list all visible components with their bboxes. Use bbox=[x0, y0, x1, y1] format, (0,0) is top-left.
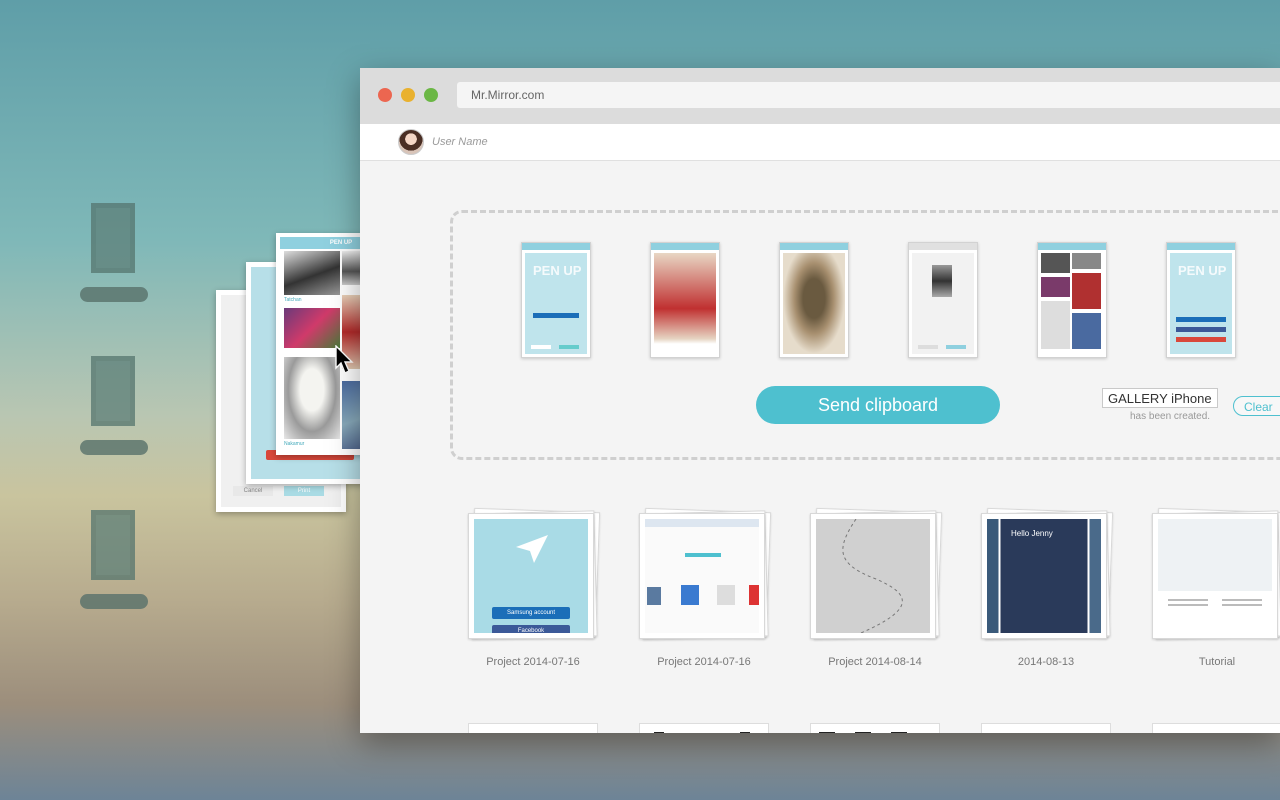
project-card[interactable]: Project 2014-07-16 bbox=[639, 507, 772, 668]
car-image bbox=[284, 251, 340, 295]
created-status-text: has been created. bbox=[1130, 411, 1211, 422]
clear-button[interactable]: Clear bbox=[1233, 396, 1280, 416]
mouse-cursor-icon bbox=[335, 345, 354, 374]
desktop-file-icon[interactable] bbox=[80, 203, 148, 303]
robot-image bbox=[284, 357, 340, 439]
project-card-partial[interactable] bbox=[810, 723, 940, 733]
minimize-window-button[interactable] bbox=[401, 88, 415, 102]
avatar[interactable] bbox=[398, 129, 424, 155]
print-button-thumb: Print bbox=[284, 486, 324, 496]
send-clipboard-button[interactable]: Send clipboard bbox=[756, 386, 1000, 424]
desktop-file-label-placeholder bbox=[80, 594, 148, 609]
project-caption: Tutorial bbox=[1198, 656, 1236, 668]
project-card-partial[interactable] bbox=[639, 723, 769, 733]
project-card-partial[interactable] bbox=[1152, 723, 1280, 733]
clip-thumb-gallery-grid[interactable] bbox=[1037, 242, 1107, 358]
document-icon bbox=[91, 356, 135, 426]
project-card-partial[interactable] bbox=[981, 723, 1111, 733]
desktop-file-label-placeholder bbox=[80, 287, 148, 302]
caption-text: Nakamur bbox=[284, 441, 305, 447]
desktop-file-icon[interactable] bbox=[80, 510, 148, 610]
titlebar: Mr.Mirror.com bbox=[360, 68, 1280, 125]
paper-plane-icon bbox=[516, 535, 548, 563]
project-caption: Project 2014-07-16 bbox=[657, 656, 751, 668]
url-bar[interactable]: Mr.Mirror.com bbox=[457, 82, 1280, 108]
project-card[interactable]: Samsung account Facebook Project 2014-07… bbox=[468, 507, 601, 668]
project-card-partial[interactable] bbox=[468, 723, 598, 733]
project-caption: Project 2014-08-14 bbox=[828, 656, 922, 668]
gallery-name-input[interactable] bbox=[1102, 388, 1218, 408]
cancel-button-thumb: Cancel bbox=[233, 486, 273, 496]
greeting-text: Hello Jenny bbox=[1011, 529, 1053, 538]
document-icon bbox=[91, 203, 135, 273]
clip-thumb-creature[interactable] bbox=[779, 242, 849, 358]
user-bar: User Name bbox=[360, 124, 1280, 161]
project-card[interactable]: Project 2014-08-14 bbox=[810, 507, 943, 668]
clip-thumb-penup-login[interactable]: PEN UP bbox=[521, 242, 591, 358]
user-name[interactable]: User Name bbox=[432, 136, 488, 148]
maximize-window-button[interactable] bbox=[424, 88, 438, 102]
clip-thumb-red-dress[interactable] bbox=[650, 242, 720, 358]
clip-thumb-penup-social[interactable]: PEN UP bbox=[1166, 242, 1236, 358]
document-icon bbox=[91, 510, 135, 580]
project-card[interactable]: Tutorial bbox=[1152, 507, 1280, 668]
project-caption: 2014-08-13 bbox=[1017, 656, 1075, 668]
dashed-path-icon bbox=[842, 519, 903, 633]
clip-thumb-print-dialog[interactable] bbox=[908, 242, 978, 358]
project-card[interactable]: Hello Jenny 2014-08-13 bbox=[981, 507, 1114, 668]
caption-text: Tatchan bbox=[284, 297, 302, 303]
project-caption: Project 2014-07-16 bbox=[486, 656, 580, 668]
desktop-file-icon[interactable] bbox=[80, 356, 148, 456]
character-image bbox=[284, 308, 340, 348]
browser-window: Mr.Mirror.com User Name PEN UP PEN UP Se… bbox=[360, 68, 1280, 733]
desktop-file-label-placeholder bbox=[80, 440, 148, 455]
close-window-button[interactable] bbox=[378, 88, 392, 102]
